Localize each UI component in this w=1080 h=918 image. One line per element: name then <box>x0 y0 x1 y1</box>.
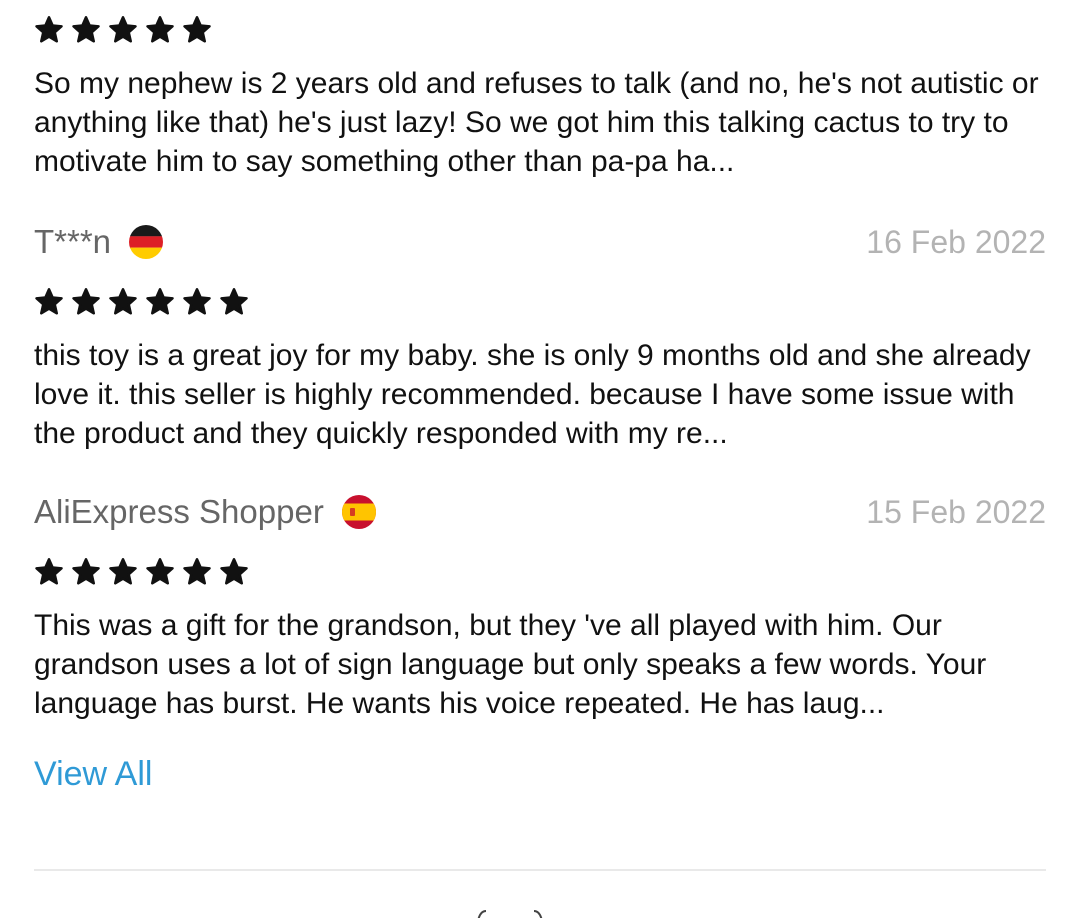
review-header: T***n 16 Feb 2022 <box>34 220 1046 264</box>
reviewer: T***n <box>34 220 164 264</box>
reviewer-name: AliExpress Shopper <box>34 493 324 530</box>
reviewer-name: T***n <box>34 223 112 260</box>
star-icon <box>146 288 174 315</box>
reviewer: AliExpress Shopper <box>34 490 376 534</box>
divider <box>34 869 1046 871</box>
star-rating <box>34 286 1046 318</box>
star-icon <box>35 288 63 315</box>
review-item: So my nephew is 2 years old and refuses … <box>34 14 1046 181</box>
star-icon <box>183 288 211 315</box>
spain-flag-icon <box>341 495 376 529</box>
review-item: T***n 16 Feb 2022 this toy is a great jo… <box>34 220 1046 453</box>
star-icon <box>146 558 174 585</box>
view-all-link[interactable]: View All <box>34 752 152 796</box>
review-text[interactable]: This was a gift for the grandson, but th… <box>34 606 1046 723</box>
review-item: AliExpress Shopper 15 Feb 2022 This was … <box>34 490 1046 723</box>
next-section-peek <box>470 908 550 918</box>
star-icon <box>72 16 100 43</box>
reviews-page: So my nephew is 2 years old and refuses … <box>0 0 1080 918</box>
review-text[interactable]: So my nephew is 2 years old and refuses … <box>34 64 1046 181</box>
star-rating <box>34 14 1046 46</box>
star-icon <box>72 288 100 315</box>
star-icon <box>109 288 137 315</box>
review-date: 16 Feb 2022 <box>866 224 1046 260</box>
star-icon <box>35 558 63 585</box>
review-header: AliExpress Shopper 15 Feb 2022 <box>34 490 1046 534</box>
review-text[interactable]: this toy is a great joy for my baby. she… <box>34 336 1046 453</box>
review-date: 15 Feb 2022 <box>866 494 1046 530</box>
star-rating <box>34 556 1046 588</box>
star-icon <box>183 16 211 43</box>
star-icon <box>220 288 248 315</box>
star-icon <box>220 558 248 585</box>
star-icon <box>35 16 63 43</box>
star-icon <box>109 16 137 43</box>
star-icon <box>72 558 100 585</box>
germany-flag-icon <box>129 225 164 259</box>
star-icon <box>109 558 137 585</box>
star-icon <box>183 558 211 585</box>
star-icon <box>146 16 174 43</box>
